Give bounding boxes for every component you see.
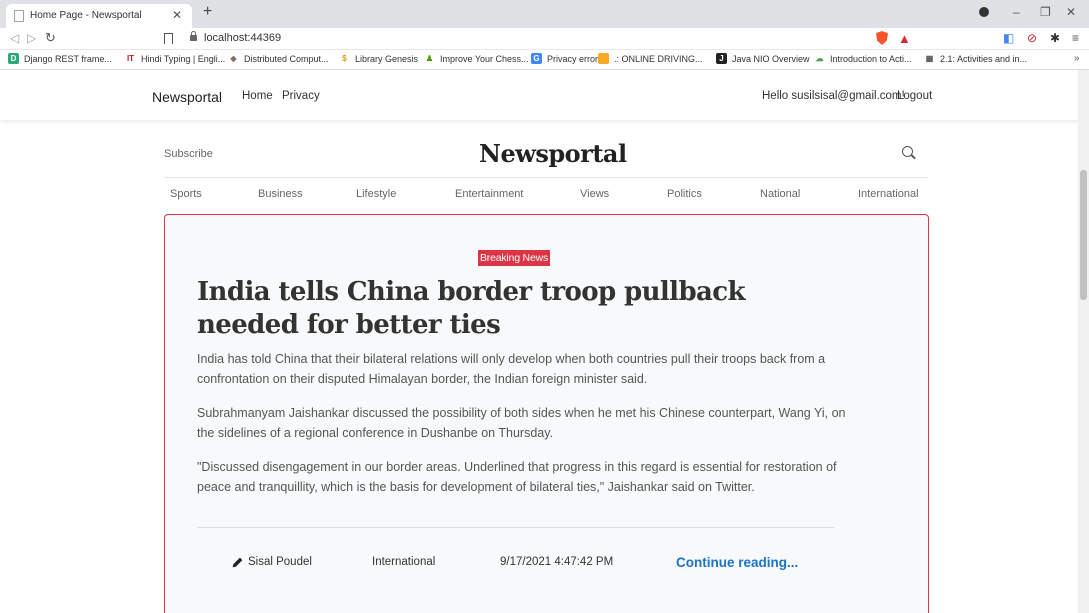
site-brand[interactable]: Newsportal — [152, 89, 222, 105]
django-icon: D — [8, 53, 19, 64]
bookmark-item[interactable]: ▦ 2.1: Activities and in... — [924, 53, 1027, 64]
article-date: 9/17/2021 4:47:42 PM — [500, 556, 614, 568]
site-navbar: Newsportal Home Privacy Hello susilsisal… — [0, 70, 1089, 120]
puzzle-icon[interactable]: ✱ — [1050, 31, 1060, 45]
back-icon[interactable]: ◁ — [10, 31, 19, 45]
address-bar[interactable]: localhost:44369 — [204, 32, 281, 44]
window-close-icon[interactable]: ✕ — [1066, 5, 1076, 19]
article-headline: India tells China border troop pullback … — [197, 277, 746, 340]
browser-tabstrip: Home Page - Newsportal ✕ + – ❐ ✕ — [0, 0, 1089, 28]
pencil-icon — [232, 557, 243, 568]
article-divider — [197, 527, 834, 528]
bookmark-item[interactable]: .: ONLINE DRIVING... — [598, 53, 703, 64]
cloud-icon: ☁ — [815, 54, 824, 63]
forward-icon[interactable]: ▷ — [27, 31, 36, 45]
bookmark-label: Library Genesis — [355, 53, 419, 64]
bookmark-label: Hindi Typing | Engli... — [141, 53, 226, 64]
category-business[interactable]: Business — [258, 188, 303, 200]
bookmark-label: Java NIO Overview — [732, 53, 810, 64]
category-sports[interactable]: Sports — [170, 188, 202, 200]
bookmark-label: Django REST frame... — [24, 53, 112, 64]
bookmark-icon[interactable] — [164, 33, 173, 44]
nav-privacy[interactable]: Privacy — [282, 90, 320, 102]
user-greeting[interactable]: Hello susilsisal@gmail.com! — [762, 90, 905, 102]
rewards-icon[interactable]: ▲ — [898, 31, 911, 46]
bookmark-label: 2.1: Activities and in... — [940, 53, 1028, 64]
bookmark-item[interactable]: J Java NIO Overview — [716, 53, 810, 64]
page-icon — [14, 10, 24, 22]
chess-icon: ♟ — [425, 54, 434, 63]
hindi-typing-icon: IT — [126, 54, 135, 63]
continue-reading-link[interactable]: Continue reading... — [676, 555, 798, 570]
category-international[interactable]: International — [858, 188, 919, 200]
new-tab-icon[interactable]: + — [203, 3, 212, 21]
extension-icon[interactable]: ◧ — [1003, 31, 1014, 45]
logout-link[interactable]: Logout — [897, 90, 932, 102]
category-lifestyle[interactable]: Lifestyle — [356, 188, 396, 200]
menu-icon[interactable]: ≡ — [1072, 31, 1079, 45]
category-politics[interactable]: Politics — [667, 188, 702, 200]
shield-icon[interactable] — [876, 31, 888, 45]
distributed-icon: ◆ — [230, 54, 237, 63]
bookmark-label: Privacy error — [547, 53, 599, 64]
browser-toolbar: ◁ ▷ ↻ localhost:44369 ▲ ◧ ⊘ ✱ ≡ — [0, 28, 1089, 50]
bookmark-label: .: ONLINE DRIVING... — [614, 53, 703, 64]
category-views[interactable]: Views — [580, 188, 609, 200]
bookmark-item[interactable]: IT Hindi Typing | Engli... — [125, 53, 225, 64]
more-bookmarks-icon[interactable]: » — [1074, 53, 1080, 64]
search-icon[interactable] — [902, 146, 913, 157]
nav-home[interactable]: Home — [242, 90, 273, 102]
java-icon: J — [716, 53, 727, 64]
article-paragraph: India has told China that their bilatera… — [197, 352, 826, 386]
article-author: Sisal Poudel — [248, 556, 312, 568]
browser-tab[interactable]: Home Page - Newsportal ✕ — [6, 4, 192, 28]
tab-title: Home Page - Newsportal — [30, 10, 142, 21]
bookmark-item[interactable]: ♟ Improve Your Chess... — [424, 53, 529, 64]
library-icon: $ — [342, 54, 347, 63]
masthead-title[interactable]: Newsportal — [479, 139, 627, 168]
maximize-icon[interactable]: ❐ — [1040, 5, 1051, 19]
page-scrollbar[interactable] — [1078, 70, 1089, 613]
article-paragraph: Subrahmanyam Jaishankar discussed the po… — [197, 406, 846, 440]
breaking-news-badge: Breaking News — [478, 250, 551, 266]
driving-icon — [598, 53, 609, 64]
bookmarks-bar: D Django REST frame... IT Hindi Typing | E… — [0, 50, 1089, 70]
bookmark-label: Improve Your Chess... — [440, 53, 529, 64]
category-national[interactable]: National — [760, 188, 800, 200]
bookmark-item[interactable]: D Django REST frame... — [8, 53, 112, 64]
bookmark-item[interactable]: ☁ Introduction to Acti... — [814, 53, 912, 64]
bookmark-label: Distributed Comput... — [244, 53, 329, 64]
masthead-divider — [164, 177, 928, 178]
bookmark-item[interactable]: $ Library Genesis — [339, 53, 418, 64]
category-entertainment[interactable]: Entertainment — [455, 188, 523, 200]
close-tab-icon[interactable]: ✕ — [172, 8, 182, 22]
bookmark-label: Introduction to Acti... — [830, 53, 912, 64]
lock-icon — [190, 31, 197, 41]
article-paragraph: "Discussed disengagement in our border a… — [197, 460, 837, 494]
privacy-icon: G — [531, 53, 542, 64]
profile-icon[interactable] — [979, 7, 989, 17]
subscribe-link[interactable]: Subscribe — [164, 148, 213, 160]
bookmark-item[interactable]: G Privacy error — [531, 53, 598, 64]
extension-icon[interactable]: ⊘ — [1027, 31, 1037, 45]
reload-icon[interactable]: ↻ — [45, 30, 56, 46]
bookmark-item[interactable]: ◆ Distributed Comput... — [228, 53, 329, 64]
minimize-icon[interactable]: – — [1013, 5, 1020, 19]
scrollbar-thumb[interactable] — [1080, 170, 1087, 300]
book-icon: ▦ — [925, 54, 934, 63]
article-category: International — [372, 556, 436, 568]
